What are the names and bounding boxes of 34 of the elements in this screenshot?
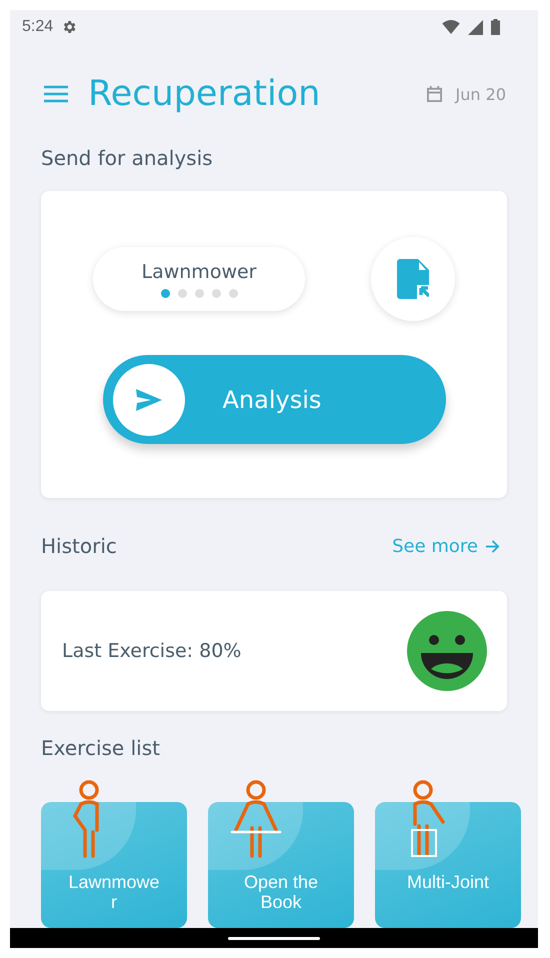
date-label: Jun 20 xyxy=(456,84,506,104)
send-icon xyxy=(136,388,162,410)
smiley-icon xyxy=(407,611,487,691)
arrow-icon xyxy=(485,538,500,554)
menu-icon[interactable] xyxy=(44,85,68,103)
calendar-icon xyxy=(426,86,442,102)
exercise-tile[interactable]: Lawnmower xyxy=(41,802,187,928)
analysis-button[interactable]: Analysis xyxy=(102,355,446,444)
history-card[interactable]: Last Exercise: 80% xyxy=(41,591,507,711)
exercise-selector[interactable]: Lawnmower xyxy=(93,247,305,311)
exercise-label: Multi-Joint xyxy=(406,872,490,894)
battery-icon xyxy=(491,19,500,35)
section-heading: Exercise list xyxy=(41,735,161,762)
signal-icon xyxy=(468,20,483,34)
gear-icon xyxy=(61,19,78,35)
exercise-label: Open the Book xyxy=(242,872,320,912)
status-time: 5:24 xyxy=(22,18,54,36)
home-handle[interactable] xyxy=(228,936,320,940)
exercise-label: Lawnmower xyxy=(67,872,161,912)
file-icon xyxy=(397,259,429,299)
wifi-icon xyxy=(442,20,460,34)
pager-dot[interactable] xyxy=(178,288,186,298)
section-heading: Historic xyxy=(41,534,117,558)
section-heading: Send for analysis xyxy=(41,145,214,172)
see-more-link[interactable]: See more xyxy=(392,536,500,556)
pager-dot[interactable] xyxy=(212,288,220,298)
app-title: Recuperation xyxy=(88,74,320,114)
last-exercise-text: Last Exercise: 80% xyxy=(62,640,242,662)
pager-dot[interactable] xyxy=(160,288,170,298)
exercise-tile[interactable]: Open the Book xyxy=(208,802,354,928)
exercise-tile[interactable]: Multi-Joint xyxy=(375,802,521,928)
pager-dot[interactable] xyxy=(228,288,238,298)
exercise-name: Lawnmower xyxy=(142,260,256,282)
pager-dot[interactable] xyxy=(194,288,204,298)
